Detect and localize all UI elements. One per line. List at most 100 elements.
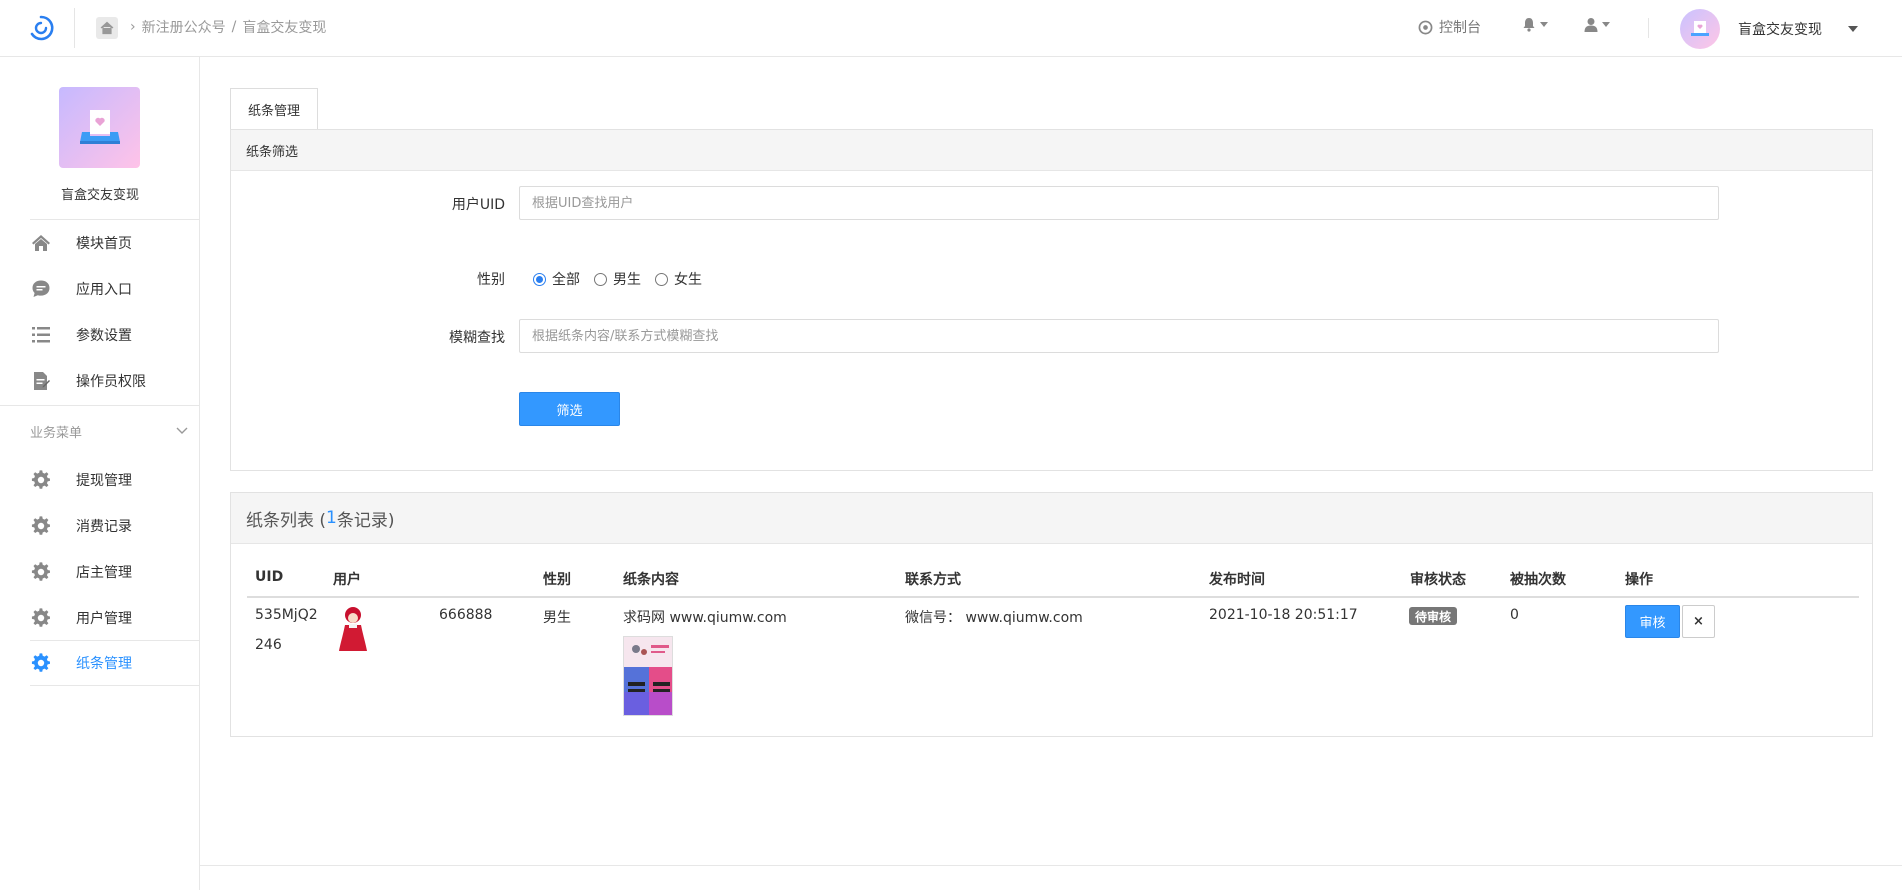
home-button[interactable]	[96, 17, 118, 39]
column-header-gender: 性别	[543, 572, 571, 588]
uid-cell-line1: 535MjQ2	[255, 607, 318, 623]
sidebar-item-label: 操作员权限	[76, 374, 146, 390]
gender-radio-female[interactable]: 女生	[655, 269, 702, 289]
table-header-divider	[247, 596, 1859, 598]
breadcrumb-item[interactable]: 新注册公众号	[142, 17, 226, 37]
sidebar-item-label: 店主管理	[76, 565, 132, 581]
sidebar-item-consumption-records[interactable]: 消费记录	[0, 504, 200, 548]
breadcrumb-separator: /	[231, 19, 237, 35]
sidebar-item-notes[interactable]: 纸条管理	[0, 641, 200, 685]
caret-down-icon[interactable]	[1848, 26, 1858, 32]
top-bar: › 新注册公众号 / 盲盒交友变现 控制台 盲盒交友变现	[0, 0, 1902, 57]
sidebar-item-label: 参数设置	[76, 328, 132, 344]
gear-icon	[30, 469, 52, 491]
close-icon: ×	[1693, 614, 1704, 629]
chat-bubble-icon	[30, 278, 52, 300]
column-header-contact: 联系方式	[905, 572, 961, 588]
dashboard-icon	[1418, 20, 1433, 34]
uid-label: 用户UID	[451, 197, 505, 213]
note-image-thumbnail[interactable]	[623, 636, 673, 716]
sidebar-item-label: 应用入口	[76, 282, 132, 298]
radio-button[interactable]	[594, 272, 607, 286]
fuzzy-search-input[interactable]	[519, 319, 1719, 353]
home-icon	[30, 232, 52, 254]
breadcrumb-item[interactable]: 盲盒交友变现	[242, 17, 326, 37]
column-header-uid: UID	[255, 569, 284, 585]
sidebar-item-module-home[interactable]: 模块首页	[0, 221, 200, 265]
divider	[30, 219, 200, 220]
sidebar-item-operator-permissions[interactable]: 操作员权限	[0, 359, 200, 403]
content-cell: 求码网 www.qiumw.com	[623, 610, 787, 626]
user-name-cell: 666888	[439, 607, 493, 623]
gender-radio-group: 全部 男生 女生	[533, 269, 702, 289]
sidebar-item-settings[interactable]: 参数设置	[0, 313, 200, 357]
column-header-user: 用户	[333, 572, 361, 588]
bell-icon	[1523, 18, 1535, 32]
contact-cell: 微信号： www.qiumw.com	[905, 610, 1083, 626]
delete-button[interactable]: ×	[1682, 605, 1715, 638]
gender-radio-male[interactable]: 男生	[594, 269, 641, 289]
radio-label: 男生	[613, 272, 641, 288]
sidebar-item-users[interactable]: 用户管理	[0, 596, 200, 640]
notes-list-panel: 纸条列表 (1 条记录) UID 用户 性别 纸条内容 联系方式 发布时间 审核状…	[230, 492, 1873, 737]
column-header-content: 纸条内容	[623, 572, 679, 588]
chevron-down-icon[interactable]	[176, 423, 188, 439]
gender-cell: 男生	[543, 610, 571, 626]
list-icon	[30, 324, 52, 346]
user-icon	[1584, 18, 1598, 32]
filter-panel-title: 纸条筛选	[231, 130, 1872, 171]
user-avatar	[336, 605, 370, 653]
sidebar-item-label: 提现管理	[76, 473, 132, 489]
console-link[interactable]: 控制台	[1418, 17, 1481, 37]
radio-button[interactable]	[533, 272, 546, 286]
sidebar-item-app-entry[interactable]: 应用入口	[0, 267, 200, 311]
gear-icon	[30, 652, 52, 674]
filter-panel: 纸条筛选 用户UID 性别 全部 男生 女生 模糊查找 筛选	[230, 129, 1873, 471]
review-button[interactable]: 审核	[1625, 605, 1680, 638]
filter-button[interactable]: 筛选	[519, 392, 620, 426]
sidebar-item-shop-owners[interactable]: 店主管理	[0, 550, 200, 594]
header-divider	[1648, 18, 1649, 38]
status-badge: 待审核	[1409, 607, 1458, 625]
header-divider	[74, 8, 75, 48]
gear-icon	[30, 515, 52, 537]
home-icon	[100, 21, 114, 35]
current-user-name[interactable]: 盲盒交友变现	[1738, 19, 1822, 39]
radio-button[interactable]	[655, 272, 668, 286]
footer-divider	[200, 865, 1902, 866]
gear-icon	[30, 561, 52, 583]
chevron-right-icon: ›	[130, 19, 136, 35]
user-dropdown[interactable]	[1584, 17, 1610, 32]
gender-label: 性别	[477, 272, 505, 288]
radio-label: 女生	[674, 272, 702, 288]
list-title-prefix: 纸条列表 (	[246, 510, 327, 531]
caret-down-icon	[1602, 22, 1610, 27]
menu-group-title[interactable]: 业务菜单	[30, 422, 82, 441]
draw-count-cell: 0	[1510, 607, 1519, 623]
sidebar-item-withdraw[interactable]: 提现管理	[0, 458, 200, 502]
logo-icon[interactable]	[28, 15, 54, 41]
breadcrumb: › 新注册公众号 / 盲盒交友变现	[130, 17, 326, 37]
column-header-draw-count: 被抽次数	[1510, 572, 1566, 588]
fuzzy-search-label: 模糊查找	[449, 330, 505, 346]
app-logo	[59, 87, 140, 168]
tab-notes-management[interactable]: 纸条管理	[230, 88, 318, 129]
column-header-publish-time: 发布时间	[1209, 572, 1265, 588]
gear-icon	[30, 607, 52, 629]
console-label: 控制台	[1439, 20, 1481, 36]
uid-cell-line2: 246	[255, 637, 282, 653]
publish-time-cell: 2021-10-18 20:51:17	[1209, 607, 1358, 623]
avatar[interactable]	[1680, 9, 1720, 49]
gender-radio-all[interactable]: 全部	[533, 269, 580, 289]
sidebar: 盲盒交友变现 模块首页 应用入口 参数设置 操作员权限 业务菜单 提现管理 消费…	[0, 57, 200, 890]
sidebar-item-label: 纸条管理	[76, 656, 132, 672]
column-header-review-status: 审核状态	[1410, 572, 1466, 588]
record-count: 1	[326, 508, 337, 528]
app-name: 盲盒交友变现	[60, 188, 139, 203]
uid-input[interactable]	[519, 186, 1719, 220]
column-header-actions: 操作	[1625, 572, 1653, 588]
notification-dropdown[interactable]	[1522, 17, 1548, 32]
sidebar-item-label: 消费记录	[76, 519, 132, 535]
sidebar-item-label: 模块首页	[76, 236, 132, 252]
list-title-suffix: 条记录)	[336, 510, 395, 531]
